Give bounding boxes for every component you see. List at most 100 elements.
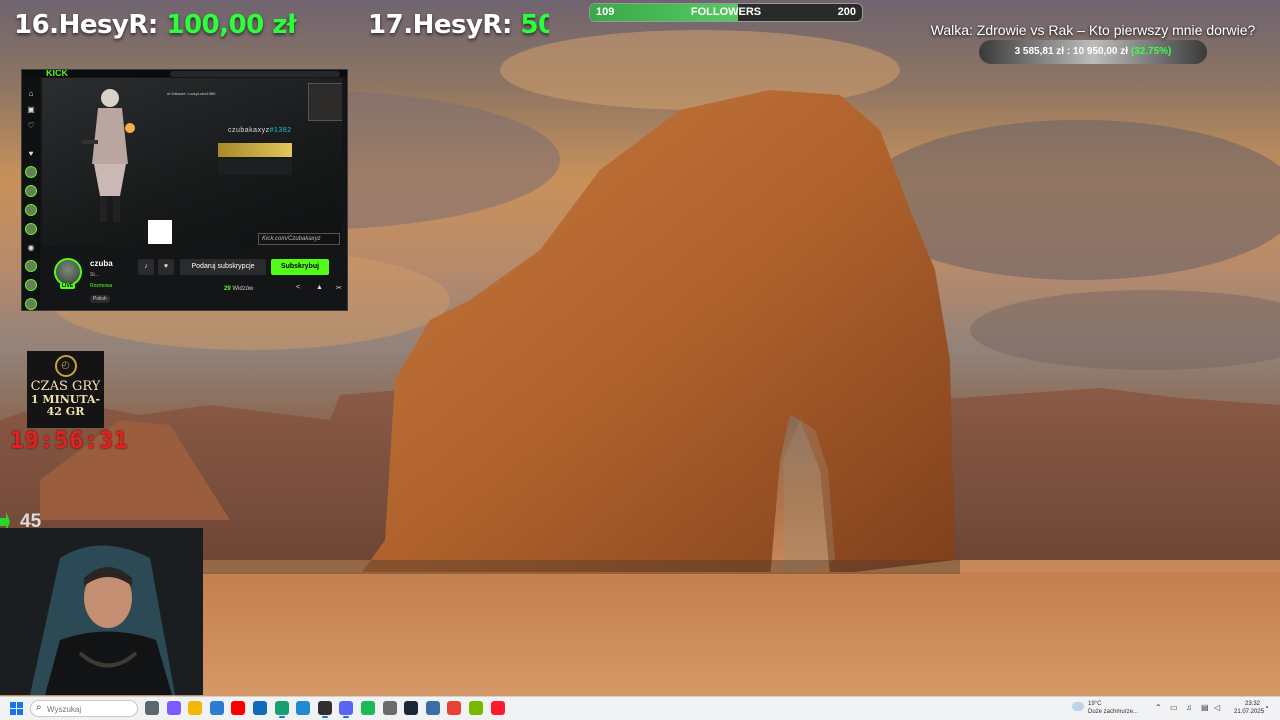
webcam-feed	[0, 528, 203, 695]
kick-left-nav: ⌂ ▣ ♡ ♥ ◉	[22, 77, 40, 310]
spotify-icon[interactable]	[361, 701, 375, 715]
chrome-icon[interactable]	[447, 701, 462, 715]
clock-time: 23:32	[1244, 701, 1260, 707]
ticker-amount: 100,00 zł	[166, 10, 297, 40]
ticker-item: 17.HesyR: 50,00	[368, 10, 549, 40]
clock-date: 21.07.2025	[1234, 709, 1265, 715]
live-badge: LIVE	[60, 283, 76, 289]
stream-video[interactable]: ut follower: LuckyLuke1980 czubakaxyz#13…	[42, 78, 342, 246]
start-button[interactable]	[10, 702, 23, 715]
notification-bell-icon[interactable]: ♪	[138, 259, 154, 275]
followed-channel-avatar[interactable]	[25, 223, 37, 235]
outlook-icon[interactable]	[253, 701, 267, 715]
ticker-donor: HesyR:	[58, 10, 159, 40]
share-icon[interactable]: <	[296, 284, 300, 291]
subscribe-button[interactable]: Subskrybuj	[271, 259, 329, 275]
channel-name[interactable]: czuba	[90, 259, 113, 268]
browser-url-bar[interactable]	[170, 71, 340, 77]
heart-icon[interactable]: ♥	[26, 149, 36, 159]
stream-username-number: #1382	[269, 127, 292, 134]
ticker-donor: HesyR:	[412, 10, 513, 40]
game-character	[82, 89, 135, 222]
file-explorer-icon[interactable]	[188, 701, 203, 715]
edge-icon[interactable]	[274, 701, 289, 718]
fight-percent: (32.75%)	[1130, 46, 1172, 57]
task-view-icon[interactable]	[145, 701, 159, 715]
heart-icon[interactable]: ♡	[26, 121, 36, 131]
kick-logo: KICK	[46, 69, 68, 78]
channel-status: St...	[90, 272, 99, 278]
opera-icon[interactable]	[490, 701, 505, 715]
gift-subscription-button[interactable]: Podaruj subskrypcje	[180, 259, 266, 275]
viewer-count: 29 Widzów	[224, 286, 253, 292]
search-input[interactable]	[47, 703, 135, 715]
followed-channel-avatar[interactable]	[25, 279, 37, 291]
kick-stream-window: KICK ⌂ ▣ ♡ ♥ ◉ ut follower: LuckyLuke198…	[21, 69, 348, 311]
weather-desc: Duże zachmurze...	[1088, 709, 1139, 715]
stream-facecam	[308, 83, 342, 121]
fight-left-amount: 3 585,81 zł	[1014, 46, 1065, 57]
fight-goal-panel: Walka: Zdrowie vs Rak – Kto pierwszy mni…	[930, 22, 1256, 64]
photos-icon[interactable]	[209, 701, 224, 715]
ticker-rank: 16.	[14, 10, 59, 40]
followed-channel-avatar[interactable]	[25, 166, 37, 178]
cloud-icon	[1072, 702, 1084, 711]
steam-icon[interactable]	[404, 701, 419, 715]
language-tag[interactable]: Polish	[90, 295, 110, 303]
report-icon[interactable]: ▲	[316, 284, 323, 291]
taskbar-search[interactable]: ⌕	[30, 700, 138, 717]
followed-channel-avatar[interactable]	[25, 260, 37, 272]
stream-username-text: czubakaxyz	[228, 127, 270, 134]
alert-box	[218, 159, 292, 175]
stream-category[interactable]: Rozmowa	[90, 283, 112, 289]
search-icon: ⌕	[36, 702, 42, 713]
followers-goal-bar: 109 FOLLOWERS 200	[589, 3, 863, 22]
browse-icon[interactable]: ▣	[26, 105, 36, 115]
ticker-item: 16.HesyR: 100,00 zł	[14, 10, 297, 40]
home-icon[interactable]: ⌂	[26, 89, 36, 99]
viewers-label: Widzów	[232, 286, 254, 292]
clip-icon[interactable]: ✂	[336, 284, 342, 292]
game-time-box: ◴ CZAS GRY 1 MINUTA- 42 GR	[27, 351, 104, 428]
viewers-number: 29	[224, 286, 231, 292]
discord-icon[interactable]	[339, 701, 354, 718]
followed-channel-avatar[interactable]	[25, 298, 37, 310]
fight-separator: :	[1066, 46, 1071, 57]
network-icon[interactable]: ▤	[1201, 703, 1209, 712]
followers-target: 200	[837, 6, 856, 18]
channel-info-bar: LIVE czuba St... Rozmowa Polish ♪ ♥ Poda…	[40, 250, 347, 310]
obs-icon[interactable]	[317, 701, 332, 718]
followed-channel-avatar[interactable]	[25, 185, 37, 197]
heart-icon[interactable]: ♥	[158, 259, 174, 275]
copilot-icon[interactable]	[166, 701, 181, 715]
chat-icon[interactable]: ◉	[26, 243, 36, 253]
app-icon[interactable]	[425, 701, 440, 715]
kick-watermark: Kick.com/Czubakaxyz	[258, 233, 340, 245]
fight-right-amount: 10 950,00 zł	[1072, 46, 1129, 57]
taskbar-clock[interactable]: 23:32 21.07.2025	[1234, 700, 1265, 716]
donation-ticker: 16.HesyR: 100,00 zł 17.HesyR: 50,00	[14, 10, 549, 46]
channel-avatar[interactable]	[54, 258, 82, 286]
settings-icon[interactable]	[382, 701, 397, 715]
followed-channel-avatar[interactable]	[25, 204, 37, 216]
microphone-icon[interactable]: ♫	[1186, 703, 1192, 712]
followers-label: FOLLOWERS	[690, 6, 762, 18]
youtube-icon[interactable]	[231, 701, 246, 715]
ticker-amount: 50,00	[520, 10, 549, 40]
game-time-price: 42 GR	[46, 405, 85, 418]
qr-code	[148, 220, 172, 244]
webcam-person	[0, 528, 203, 695]
fight-progress-bar: 3 585,81 zł : 10 950,00 zł (32.75%)	[979, 40, 1207, 64]
vscode-icon[interactable]	[296, 701, 311, 715]
stream-username: czubakaxyz#1382	[228, 127, 292, 134]
weather-temp: 19°C	[1088, 701, 1102, 707]
volume-icon[interactable]: ◁	[1214, 703, 1220, 712]
clock-icon: ◴	[54, 355, 77, 377]
fight-title: Walka: Zdrowie vs Rak – Kto pierwszy mni…	[930, 22, 1256, 38]
last-follower-text: ut follower: LuckyLuke1980	[167, 91, 216, 96]
folder-icon[interactable]: ▭	[1170, 703, 1178, 712]
notification-bell-icon[interactable]: ◔	[1264, 703, 1269, 712]
chevron-up-icon[interactable]: ⌃	[1155, 703, 1162, 712]
windows-taskbar: ⌕ 19°C Duże zachmurze... ⌃ ▭ ♫ ▤ ◁ 23:32…	[0, 696, 1280, 720]
nvidia-icon[interactable]	[469, 701, 483, 715]
